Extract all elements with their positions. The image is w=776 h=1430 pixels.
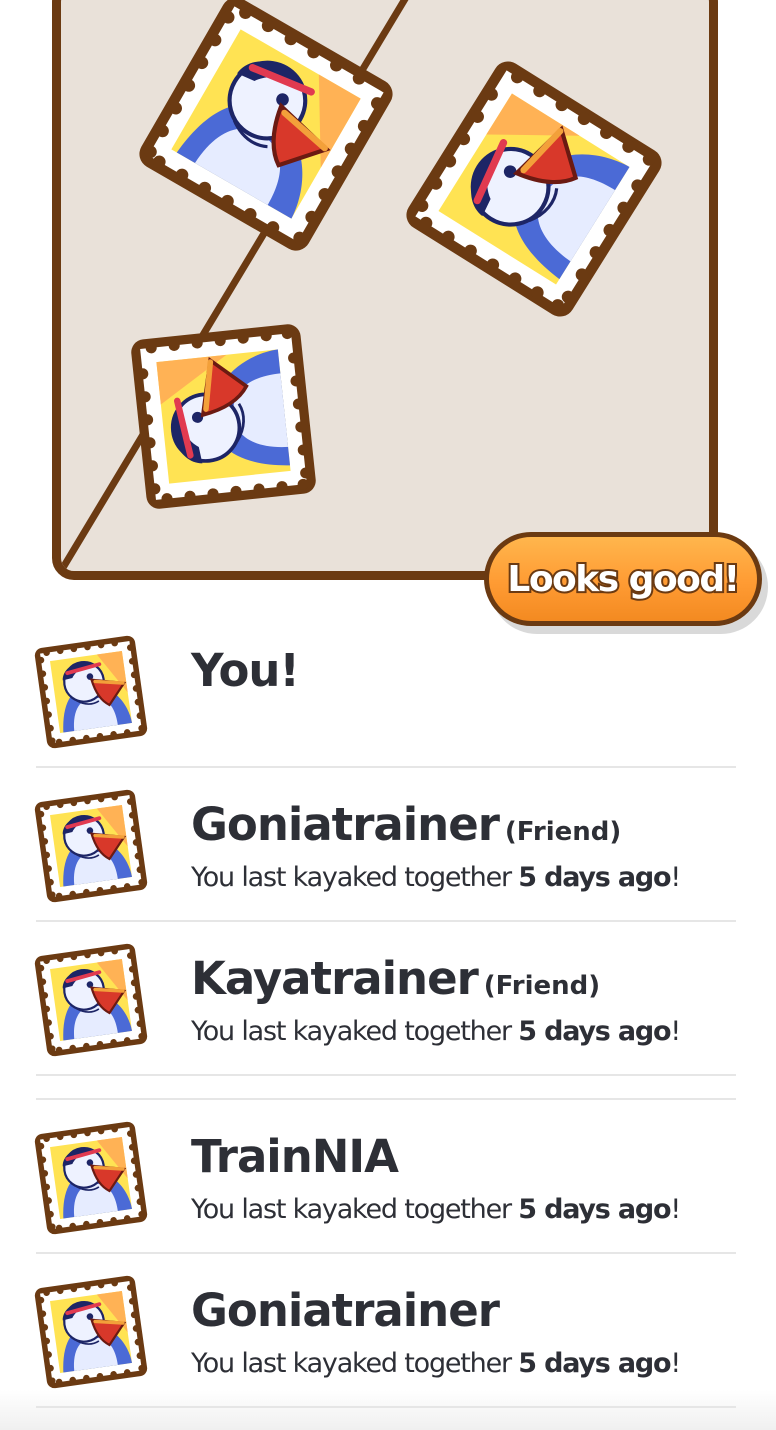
list-item[interactable]: TrainNIA You last kayaked together 5 day… <box>36 1122 736 1252</box>
stamp-board <box>52 0 718 580</box>
looks-good-label: Looks good! <box>505 557 742 602</box>
toucan-avatar-icon <box>29 783 154 909</box>
player-name: Goniatrainer <box>191 1284 500 1337</box>
friend-tag: (Friend) <box>483 971 601 1001</box>
toucan-avatar-icon <box>29 1269 154 1395</box>
list-item[interactable]: Goniatrainer You last kayaked together 5… <box>36 1276 736 1406</box>
last-kayaked-text: You last kayaked together 5 days ago! <box>191 1348 681 1379</box>
toucan-avatar-icon <box>29 629 154 755</box>
toucan-stamp-icon <box>122 315 325 518</box>
bottom-fade <box>0 1390 776 1430</box>
divider <box>36 1098 736 1100</box>
divider <box>36 1252 736 1254</box>
list-item[interactable]: Goniatrainer (Friend) You last kayaked to… <box>36 790 736 920</box>
player-name: You! <box>191 644 300 697</box>
toucan-avatar-icon <box>29 1115 154 1241</box>
divider <box>36 920 736 922</box>
last-kayaked-text: You last kayaked together 5 days ago! <box>191 1194 681 1225</box>
toucan-avatar-icon <box>29 937 154 1063</box>
player-name: Kayatrainer <box>191 952 479 1005</box>
placed-stamp-3[interactable] <box>122 315 325 518</box>
divider <box>36 1074 736 1076</box>
player-name: Goniatrainer <box>191 798 500 851</box>
list-item[interactable]: Kayatrainer (Friend) You last kayaked tog… <box>36 944 736 1074</box>
last-kayaked-text: You last kayaked together 5 days ago! <box>191 1016 681 1047</box>
looks-good-button[interactable]: Looks good! <box>484 532 762 626</box>
last-kayaked-text: You last kayaked together 5 days ago! <box>191 862 681 893</box>
divider <box>36 766 736 768</box>
player-name: TrainNIA <box>191 1130 399 1183</box>
list-item[interactable]: You! <box>36 636 736 766</box>
friend-tag: (Friend) <box>504 817 622 847</box>
